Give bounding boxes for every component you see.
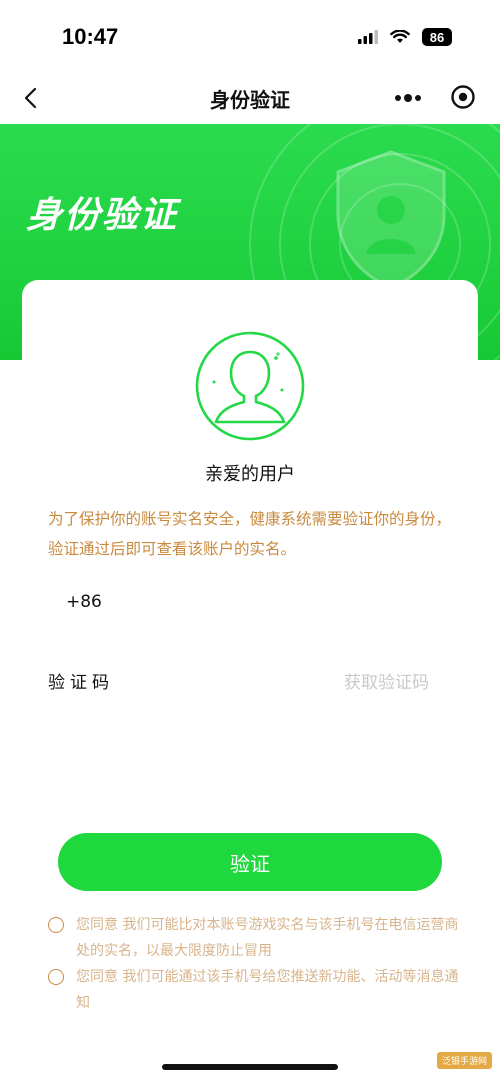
verification-card: 亲爱的用户 为了保护你的账号实名安全，健康系统需要验证你的身份，验证通过后即可查…	[22, 280, 478, 1070]
battery-indicator: 86	[422, 28, 452, 46]
signal-icon	[358, 30, 378, 44]
consent-item-carrier[interactable]: 您同意 我们可能比对本账号游戏实名与该手机号在电信运营商处的实名，以最大限度防止…	[48, 912, 468, 964]
consent-radio[interactable]	[48, 969, 64, 985]
status-bar: 10:47 86	[0, 0, 500, 72]
consent-text: 您同意 我们可能通过该手机号给您推送新功能、活动等消息通知	[76, 969, 459, 1011]
wifi-icon	[390, 30, 410, 43]
consent-radio[interactable]	[48, 917, 64, 933]
status-time: 10:47	[62, 24, 119, 49]
shield-icon	[336, 150, 446, 290]
record-icon[interactable]	[450, 84, 476, 110]
greeting-text: 亲爱的用户	[205, 464, 295, 485]
security-notice: 为了保护你的账号实名安全，健康系统需要验证你的身份，验证通过后即可查看该账户的实…	[48, 510, 452, 558]
more-icon[interactable]	[394, 86, 422, 110]
phone-input[interactable]	[132, 586, 432, 620]
home-indicator	[162, 1064, 338, 1070]
consent-text: 您同意 我们可能比对本账号游戏实名与该手机号在电信运营商处的实名，以最大限度防止…	[76, 917, 459, 959]
watermark-logo: 泛银手游网	[436, 1052, 492, 1069]
hero-title: 身份验证	[26, 195, 179, 236]
nav-bar: 身份验证	[0, 72, 500, 124]
user-avatar-icon	[195, 331, 305, 441]
consent-item-notifications[interactable]: 您同意 我们可能通过该手机号给您推送新功能、活动等消息通知	[48, 964, 468, 1016]
get-code-button[interactable]: 获取验证码	[344, 668, 429, 693]
page-title: 身份验证	[210, 88, 290, 112]
verify-button[interactable]: 验证	[58, 833, 442, 891]
code-label: 验证码	[48, 673, 114, 693]
status-icons: 86	[358, 28, 452, 46]
country-code[interactable]: +86	[66, 592, 102, 612]
code-input[interactable]	[150, 662, 320, 696]
